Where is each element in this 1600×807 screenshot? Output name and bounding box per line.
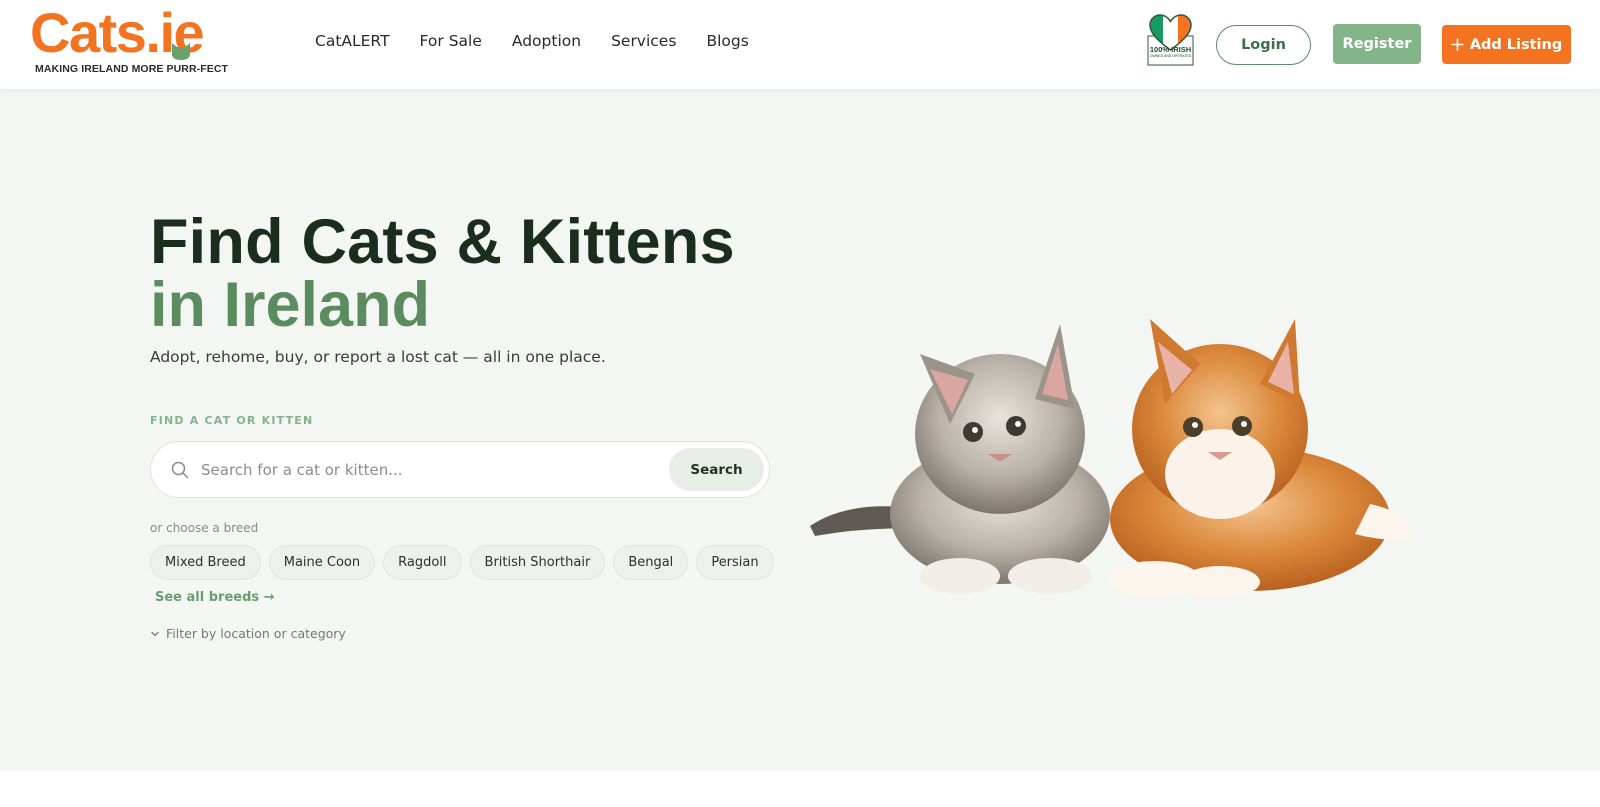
kittens-image — [810, 319, 1411, 598]
filter-label: Filter by location or category — [166, 626, 346, 641]
choose-breed-label: or choose a breed — [150, 521, 259, 535]
search-input[interactable] — [201, 452, 641, 488]
find-cat-label: FIND A CAT OR KITTEN — [150, 414, 314, 427]
site-logo[interactable]: Cats.ie MAKING IRELAND MORE PURR-FECT — [30, 5, 245, 76]
breed-chip-persian[interactable]: Persian — [696, 545, 774, 580]
irish-heart-icon — [1147, 14, 1194, 66]
plus-icon — [1450, 38, 1464, 51]
breed-chips: Mixed Breed Maine Coon Ragdoll British S… — [150, 545, 774, 580]
search-button[interactable]: Search — [669, 448, 764, 491]
logo-tagline: MAKING IRELAND MORE PURR-FECT — [35, 63, 229, 75]
nav-adoption[interactable]: Adoption — [512, 32, 581, 50]
site-header: Cats.ie MAKING IRELAND MORE PURR-FECT Ca… — [0, 0, 1600, 89]
main-nav: CatALERT For Sale Adoption Services Blog… — [315, 32, 779, 50]
hero-section: Find Cats & Kittens in Ireland Adopt, re… — [0, 89, 1600, 771]
breed-chip-british-shorthair[interactable]: British Shorthair — [469, 545, 606, 580]
badge-sublabel: OWNED AND OPERATED — [1149, 54, 1192, 58]
nav-for-sale[interactable]: For Sale — [420, 32, 482, 50]
hero-subtitle: Adopt, rehome, buy, or report a lost cat… — [150, 348, 606, 366]
nav-catalert[interactable]: CatALERT — [315, 32, 390, 50]
add-listing-label: Add Listing — [1469, 36, 1563, 53]
hero-title-line1: Find Cats & Kittens — [150, 207, 735, 277]
cat-head-icon — [172, 43, 190, 60]
breed-chip-ragdoll[interactable]: Ragdoll — [383, 545, 462, 580]
breed-chip-maine-coon[interactable]: Maine Coon — [268, 545, 376, 580]
nav-blogs[interactable]: Blogs — [706, 32, 748, 50]
nav-services[interactable]: Services — [611, 32, 676, 50]
hero-title-line2: in Ireland — [150, 270, 431, 340]
irish-owned-badge: 100% IRISH OWNED AND OPERATED — [1147, 14, 1194, 66]
badge-label: 100% IRISH — [1149, 45, 1192, 54]
see-all-breeds-link[interactable]: See all breeds → — [155, 590, 275, 605]
breed-chip-mixed-breed[interactable]: Mixed Breed — [150, 545, 261, 580]
breed-chip-bengal[interactable]: Bengal — [613, 545, 689, 580]
search-icon — [171, 461, 189, 479]
register-button[interactable]: Register — [1333, 24, 1421, 64]
search-bar: Search — [150, 441, 770, 498]
add-listing-button[interactable]: Add Listing — [1442, 25, 1571, 64]
login-button[interactable]: Login — [1216, 25, 1311, 65]
chevron-down-icon — [151, 631, 159, 636]
filter-toggle[interactable]: Filter by location or category — [150, 626, 346, 641]
